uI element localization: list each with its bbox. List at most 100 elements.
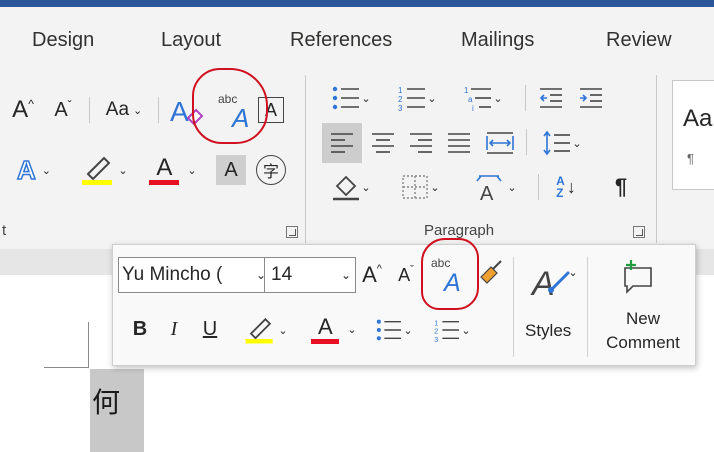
group-divider: [305, 75, 306, 243]
bullets-button[interactable]: ⌄: [322, 81, 380, 115]
sort-bottom-letter: Z: [556, 186, 564, 200]
change-case-button[interactable]: Aa ⌄: [96, 93, 152, 127]
chevron-down-icon: ⌄: [493, 92, 503, 105]
chevron-down-icon: ⌄: [347, 323, 357, 336]
borders-button[interactable]: ⌄: [390, 169, 450, 205]
tab-review[interactable]: Review: [606, 29, 672, 52]
line-spacing-icon: [543, 130, 571, 156]
arrow-down-icon: ↓: [566, 176, 576, 197]
enclose-characters-button[interactable]: 字: [256, 155, 286, 185]
font-size-value: 14: [271, 264, 293, 285]
align-left-button[interactable]: [322, 123, 362, 163]
font-name-value: Yu Mincho (: [122, 264, 223, 285]
ribbon-panel: A ^ Aˇ Aa ⌄ A abc A A A ⌄ ⌄ A ⌄ A 字 t ⌄ …: [0, 69, 714, 249]
styles-icon-button[interactable]: A ⌄: [527, 255, 581, 305]
divider: [89, 97, 90, 123]
enclose-characters-glyph: 字: [262, 164, 279, 181]
show-marks-button[interactable]: ¶: [604, 169, 638, 205]
chevron-down-icon: ⌄: [361, 92, 371, 105]
chevron-down-icon: ⌄: [133, 104, 143, 117]
svg-text:A: A: [530, 265, 555, 303]
chevron-down-icon: ⌄: [41, 164, 51, 177]
shrink-font-button[interactable]: Aˇ: [46, 93, 80, 127]
new-comment-button[interactable]: New Comment: [595, 307, 691, 355]
group-divider: [656, 75, 657, 243]
distributed-button[interactable]: [480, 126, 520, 160]
paragraph-dialog-launcher[interactable]: [633, 226, 645, 238]
selected-character[interactable]: 何: [92, 381, 120, 421]
styles-gallery-item[interactable]: Aa ¶: [672, 80, 714, 190]
asian-layout-button[interactable]: A ⌄: [462, 169, 526, 205]
tab-layout[interactable]: Layout: [161, 29, 221, 52]
bullet-list-icon: [333, 86, 360, 110]
chevron-down-icon: ⌄: [361, 181, 371, 194]
caret-down-icon: ˇ: [67, 98, 72, 112]
grow-font-button[interactable]: A ^: [6, 93, 40, 127]
divider: [513, 257, 514, 357]
font-color-button[interactable]: A ⌄: [142, 153, 204, 187]
tab-design[interactable]: Design: [32, 29, 94, 52]
font-size-combobox[interactable]: 14 ⌄: [264, 257, 356, 293]
caret-up-icon: ^: [376, 263, 382, 275]
align-right-icon: [410, 133, 432, 153]
mini-shrink-font-button[interactable]: Aˇ: [391, 259, 421, 291]
svg-text:1: 1: [398, 86, 403, 95]
tab-mailings[interactable]: Mailings: [461, 29, 534, 52]
numbered-list-icon: 1 2 3: [398, 86, 426, 111]
mini-numbering-button[interactable]: 1 2 3 ⌄: [425, 313, 479, 347]
mini-font-color-glyph: A: [318, 313, 333, 339]
change-case-glyph: Aa: [105, 99, 130, 120]
character-shading-button[interactable]: A: [216, 155, 246, 185]
font-color-icon: A: [149, 155, 180, 185]
margin-corner-vertical: [88, 322, 89, 367]
sort-button[interactable]: A Z ↓: [546, 169, 586, 205]
text-effects-button[interactable]: A ⌄: [8, 153, 60, 187]
chevron-down-icon: ⌄: [572, 137, 582, 150]
chevron-down-icon: ⌄: [403, 324, 413, 337]
svg-text:3: 3: [434, 335, 438, 342]
align-right-button[interactable]: [404, 126, 438, 160]
show-marks-glyph: ¶: [614, 174, 628, 199]
borders-icon: [402, 175, 429, 199]
divider: [525, 85, 526, 111]
mini-bullets-button[interactable]: ⌄: [367, 313, 421, 347]
mini-grow-font-button[interactable]: A ^: [357, 259, 387, 291]
mini-grow-font-glyph: A: [362, 262, 377, 287]
paintbrush-icon: [480, 260, 502, 284]
divider: [526, 129, 527, 155]
annotation-circle-mini-toolbar: [421, 238, 479, 310]
highlighter-icon: [245, 317, 273, 344]
multilevel-list-button[interactable]: 1 a i ⌄: [454, 81, 512, 115]
decrease-indent-button[interactable]: [534, 81, 568, 115]
svg-text:A: A: [480, 183, 494, 202]
line-spacing-button[interactable]: ⌄: [534, 126, 590, 160]
bold-glyph: B: [132, 317, 148, 340]
font-group-label: t: [2, 222, 7, 239]
new-comment-label-line1: New: [625, 309, 660, 328]
highlighter-icon: [82, 156, 113, 185]
format-painter-button[interactable]: [475, 257, 507, 289]
text-highlight-button[interactable]: ⌄: [72, 153, 134, 187]
shading-button[interactable]: ⌄: [322, 169, 380, 205]
svg-text:3: 3: [398, 104, 403, 111]
align-center-icon: [372, 133, 394, 153]
styles-brush-icon: A: [530, 265, 570, 303]
underline-button[interactable]: U: [197, 313, 223, 345]
font-name-combobox[interactable]: Yu Mincho ( ⌄: [118, 257, 270, 293]
mini-highlight-button[interactable]: ⌄: [235, 313, 295, 347]
tab-references[interactable]: References: [290, 29, 392, 52]
align-left-icon: [331, 133, 353, 153]
align-center-button[interactable]: [366, 126, 400, 160]
italic-button[interactable]: I: [161, 313, 187, 345]
numbering-button[interactable]: 1 2 3 ⌄: [388, 81, 446, 115]
increase-indent-button[interactable]: [574, 81, 608, 115]
caret-up-icon: ^: [28, 97, 34, 111]
styles-button-label[interactable]: Styles: [525, 321, 571, 341]
mini-font-color-button[interactable]: A ⌄: [305, 311, 363, 347]
bold-button[interactable]: B: [127, 313, 153, 345]
justify-button[interactable]: [442, 126, 476, 160]
svg-text:i: i: [472, 104, 474, 111]
font-dialog-launcher[interactable]: [286, 226, 298, 238]
ribbon-tabs: Design Layout References Mailings Review: [0, 7, 714, 69]
annotation-circle-ribbon: [192, 68, 268, 144]
